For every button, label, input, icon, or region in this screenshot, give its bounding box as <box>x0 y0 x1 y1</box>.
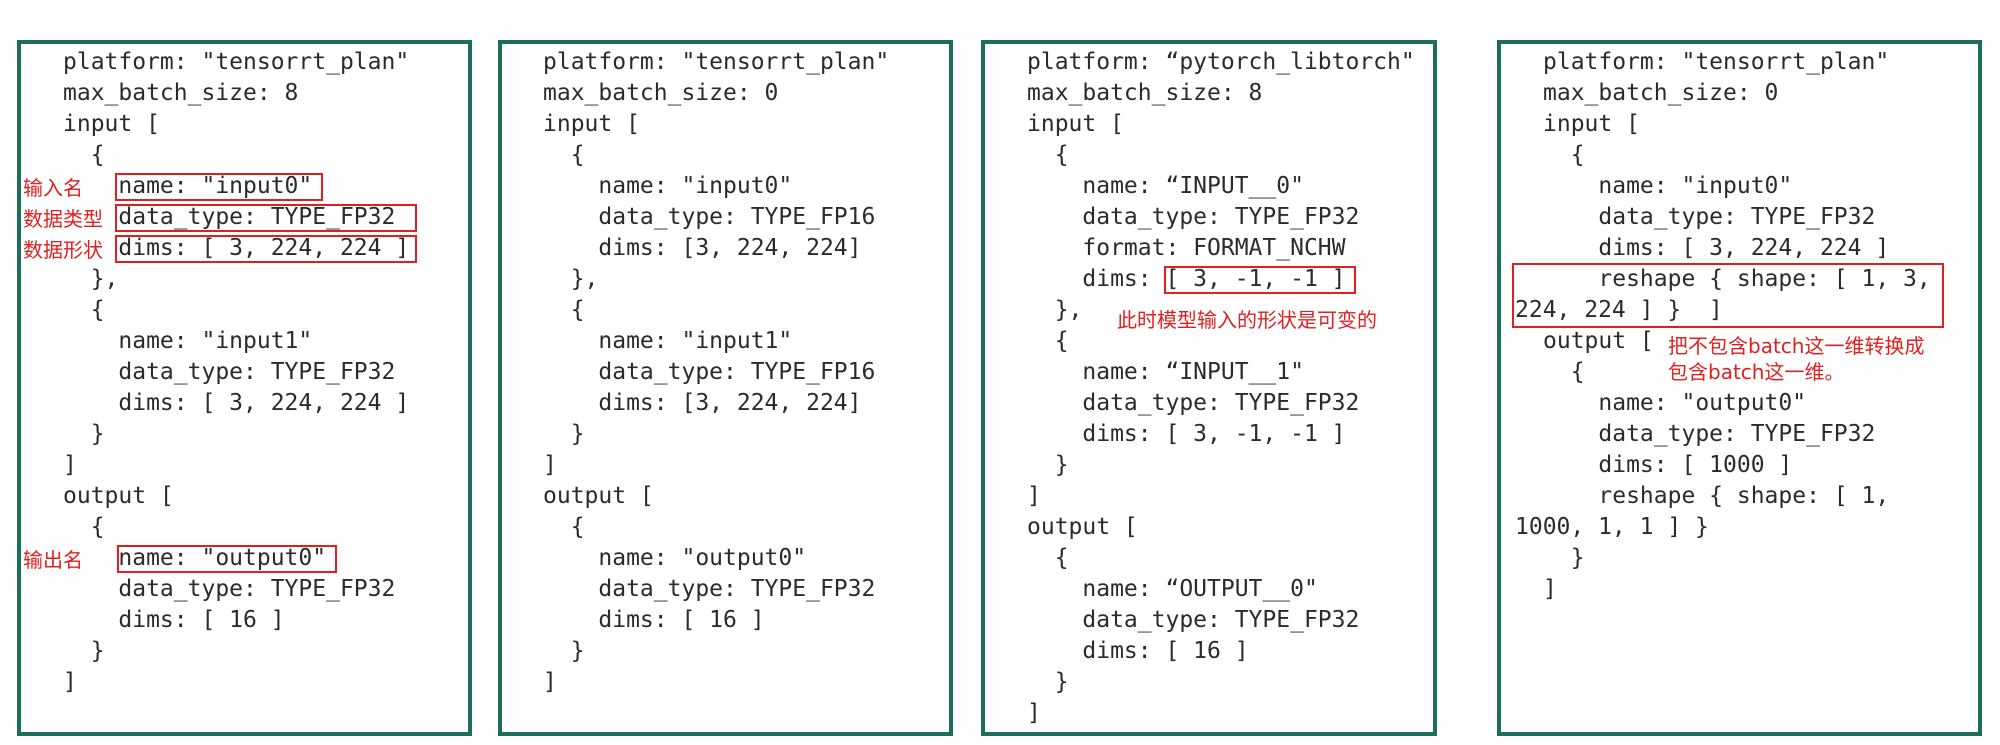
code-line: ] <box>63 669 77 695</box>
code-line: { <box>543 514 585 540</box>
code-line: { <box>1543 142 1585 168</box>
highlight-input-name <box>115 173 323 201</box>
code-line: name: "output0" <box>543 545 807 571</box>
code-line: output [ <box>543 483 654 509</box>
highlight-dims <box>115 235 417 263</box>
code-line: { <box>1027 328 1069 354</box>
code-line: data_type: TYPE_FP32 <box>543 576 876 602</box>
code-line: }, <box>63 266 119 292</box>
highlight-output-name <box>117 545 337 573</box>
code-line: name: "input1" <box>63 328 313 354</box>
code-line: name: "input1" <box>543 328 793 354</box>
code-line: ] <box>543 452 557 478</box>
code-line: max_batch_size: 0 <box>1543 80 1779 106</box>
code-line: dims: [ 3, 224, 224 ] <box>63 390 410 416</box>
code-line: data_type: TYPE_FP32 <box>1027 607 1360 633</box>
code-line: output [ <box>1027 514 1138 540</box>
code-line: platform: "tensorrt_plan" <box>543 49 890 75</box>
code-line: name: “INPUT__0" <box>1027 173 1304 199</box>
code-line: data_type: TYPE_FP16 <box>543 204 876 230</box>
code-line: output [ <box>1543 328 1654 354</box>
annotation-reshape-2: 包含batch这一维。 <box>1668 360 1845 384</box>
annotation-input-name: 输入名 <box>23 176 83 200</box>
annotation-data-type: 数据类型 <box>23 207 103 231</box>
code-line: { <box>1543 359 1585 385</box>
code-line: input [ <box>543 111 640 137</box>
annotation-dims: 数据形状 <box>23 238 103 262</box>
code-line: } <box>63 638 105 664</box>
code-line: data_type: TYPE_FP32 <box>63 576 396 602</box>
code-line: { <box>1027 545 1069 571</box>
code-line: { <box>63 514 105 540</box>
code-line: } <box>1027 452 1069 478</box>
code-line: }, <box>1027 297 1083 323</box>
code-line: name: "input0" <box>1543 173 1793 199</box>
code-line: ] <box>1543 576 1557 602</box>
highlight-data-type <box>115 204 417 232</box>
code-line: { <box>1027 142 1069 168</box>
code-line: ] <box>1027 483 1041 509</box>
code-line: } <box>543 421 585 447</box>
code-line: dims: [3, 224, 224] <box>543 390 862 416</box>
annotation-reshape-1: 把不包含batch这一维转换成 <box>1668 334 1925 358</box>
code-line: max_batch_size: 0 <box>543 80 779 106</box>
code-line: name: "input0" <box>543 173 793 199</box>
code-line: max_batch_size: 8 <box>63 80 299 106</box>
code-line: dims: [ 3, 224, 224 ] <box>1543 235 1890 261</box>
code-line: platform: “pytorch_libtorch" <box>1027 49 1415 75</box>
code-line: dims: [ 16 ] <box>543 607 765 633</box>
code-line: dims: [ 3, -1, -1 ] <box>1027 421 1346 447</box>
code-line: { <box>543 297 585 323</box>
code-line: input [ <box>1027 111 1124 137</box>
code-line: } <box>63 421 105 447</box>
code-line: { <box>543 142 585 168</box>
code-line: name: “OUTPUT__0" <box>1027 576 1318 602</box>
code-line: }, <box>543 266 599 292</box>
code-line: dims: [ 16 ] <box>63 607 285 633</box>
code-line: data_type: TYPE_FP16 <box>543 359 876 385</box>
code-line: } <box>1027 669 1069 695</box>
code-line: dims: [ 16 ] <box>1027 638 1249 664</box>
code-line: platform: "tensorrt_plan" <box>1543 49 1890 75</box>
highlight-variable-dims <box>1164 266 1356 294</box>
annotation-variable-shape: 此时模型输入的形状是可变的 <box>1117 308 1377 332</box>
code-line: ] <box>543 669 557 695</box>
code-line: name: “INPUT__1" <box>1027 359 1304 385</box>
code-line: name: "output0" <box>1543 390 1807 416</box>
code-line: data_type: TYPE_FP32 <box>1027 390 1360 416</box>
code-line: } <box>543 638 585 664</box>
code-line: dims: [ 1000 ] <box>1543 452 1793 478</box>
code-line: input [ <box>1543 111 1640 137</box>
code-line: { <box>63 297 105 323</box>
code-line: input [ <box>63 111 160 137</box>
highlight-reshape <box>1512 263 1944 328</box>
code-line: platform: "tensorrt_plan" <box>63 49 410 75</box>
code-line: data_type: TYPE_FP32 <box>1543 204 1876 230</box>
code-line: format: FORMAT_NCHW <box>1027 235 1346 261</box>
code-line: 1000, 1, 1 ] } <box>1515 514 1709 540</box>
code-line: reshape { shape: [ 1, <box>1543 483 1890 509</box>
annotation-output-name: 输出名 <box>23 548 83 572</box>
code-line: data_type: TYPE_FP32 <box>63 359 396 385</box>
code-line: max_batch_size: 8 <box>1027 80 1263 106</box>
code-line: ] <box>1027 700 1041 726</box>
code-line: data_type: TYPE_FP32 <box>1027 204 1360 230</box>
code-line: { <box>63 142 105 168</box>
code-line: ] <box>63 452 77 478</box>
code-line: dims: [3, 224, 224] <box>543 235 862 261</box>
code-line: data_type: TYPE_FP32 <box>1543 421 1876 447</box>
code-line: } <box>1543 545 1585 571</box>
code-line: output [ <box>63 483 174 509</box>
